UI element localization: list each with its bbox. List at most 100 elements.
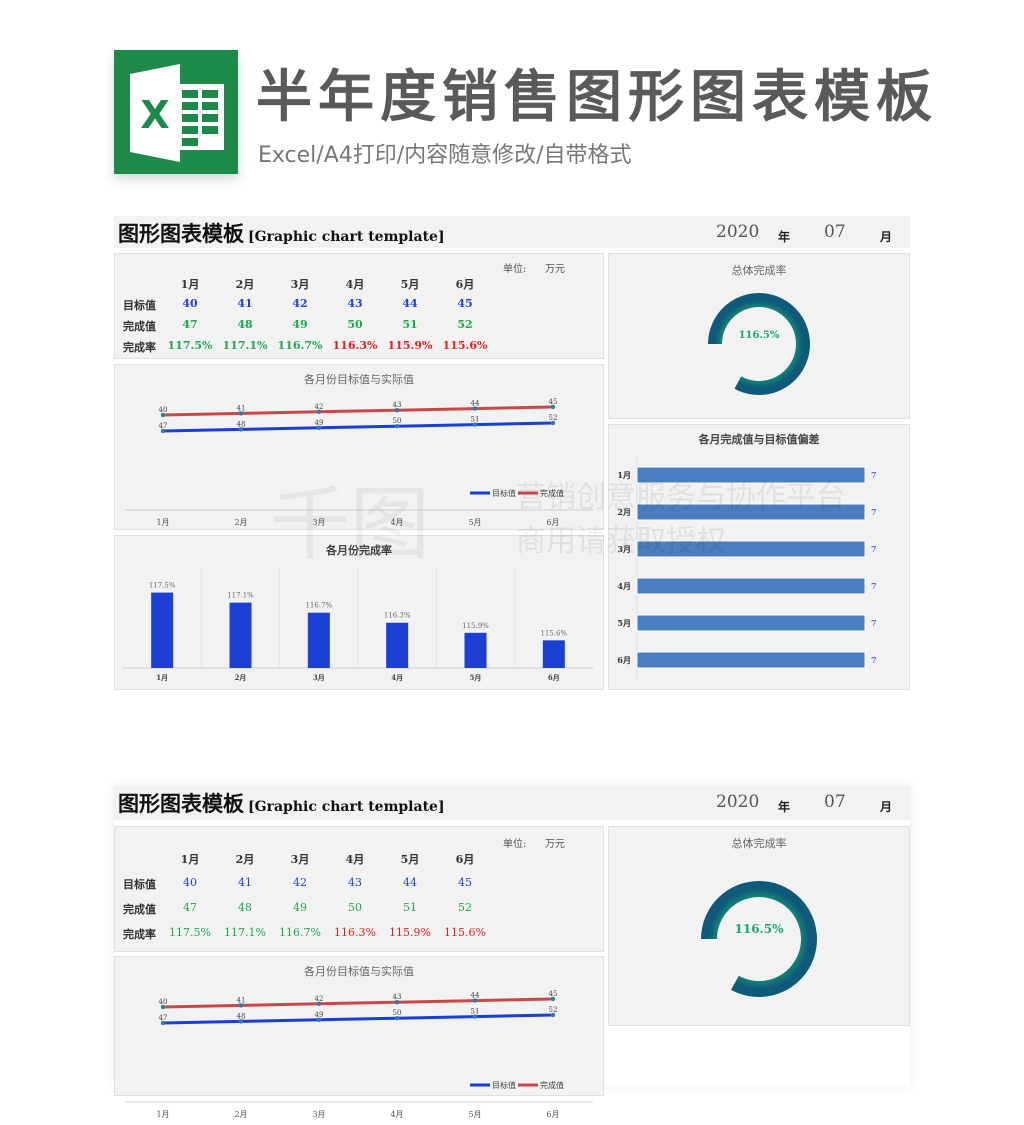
bar bbox=[386, 622, 409, 668]
table-cell: 117.1% bbox=[222, 339, 268, 352]
table-cell: 49 bbox=[292, 318, 308, 331]
y-tick-label: 1月 bbox=[617, 470, 631, 480]
table-cell: 116.7% bbox=[277, 339, 323, 352]
bar-value-label: 117.5% bbox=[149, 582, 176, 590]
bar-value-label: 116.3% bbox=[384, 612, 411, 620]
bar-chart-panel: 各月份完成率 117.5% 1月 117.1% 2月 116.7% 3月 116.3% 4月 1… bbox=[114, 535, 604, 690]
row-label: 完成值 bbox=[123, 320, 156, 333]
table-cell: 50 bbox=[348, 901, 362, 914]
hbar bbox=[636, 614, 866, 632]
table-cell: 115.6% bbox=[442, 339, 488, 352]
legend-label-actual: 完成值 bbox=[540, 1080, 564, 1090]
bar-value-label: 115.6% bbox=[540, 629, 567, 637]
bar-value-label: 117.1% bbox=[227, 592, 254, 600]
table-cell: 40 bbox=[183, 876, 197, 889]
y-tick-label: 6月 bbox=[617, 655, 631, 665]
bar-chart: 117.5% 1月 117.1% 2月 116.7% 3月 116.3% 4月 115.9% 5月… bbox=[123, 566, 593, 682]
month-header: 6月 bbox=[455, 278, 475, 291]
table-cell: 44 bbox=[402, 297, 418, 310]
bar-chart-title: 各月份完成率 bbox=[326, 544, 392, 557]
table-cell: 117.5% bbox=[167, 339, 213, 352]
data-label: 51 bbox=[471, 1008, 480, 1016]
banner-subtitle: Excel/A4打印/内容随意修改/自带格式 bbox=[258, 143, 632, 168]
legend-label-actual: 完成值 bbox=[540, 488, 564, 498]
table-cell: 115.9% bbox=[387, 339, 433, 352]
data-label: 44 bbox=[471, 400, 480, 408]
line-chart: 47 48 49 50 51 52 40 41 42 43 44 45 1月 2月 3月 4月 5月 6月 目标值 完… bbox=[125, 990, 593, 1119]
series-line-actual bbox=[162, 405, 554, 417]
month-unit: 月 bbox=[880, 800, 893, 814]
bar-value-label: 115.9% bbox=[462, 622, 489, 630]
data-table-panel: 单位: 万元 1月 2月 3月 4月 5月 6月 目标值 40 41 42 43 44 45 完成值 47 4… bbox=[114, 826, 604, 952]
x-tick-label: 2月 bbox=[234, 518, 247, 527]
x-tick-label: 6月 bbox=[546, 518, 559, 527]
hbar-value-label: 7 bbox=[871, 581, 877, 591]
hbar bbox=[636, 577, 866, 595]
month-header: 3月 bbox=[290, 853, 310, 866]
sheet-preview-1: 图形图表模板 [Graphic chart template] 2020 年 07… bbox=[114, 216, 910, 690]
month-header: 2月 bbox=[235, 853, 255, 866]
data-label: 42 bbox=[315, 403, 324, 411]
data-label: 42 bbox=[315, 995, 324, 1003]
line-chart-panel: 各月份目标值与实际值 47 48 49 50 51 52 40 41 42 43 44 45 1月 2月 3… bbox=[114, 956, 604, 1119]
data-label: 48 bbox=[237, 420, 246, 428]
hbar-value-label: 7 bbox=[871, 618, 877, 628]
x-tick-label: 1月 bbox=[156, 673, 168, 682]
table-cell: 41 bbox=[237, 297, 253, 310]
table-cell: 48 bbox=[237, 318, 253, 331]
x-tick-label: 6月 bbox=[546, 1110, 559, 1119]
data-label: 43 bbox=[393, 401, 402, 409]
table-cell: 42 bbox=[292, 297, 308, 310]
x-tick-label: 1月 bbox=[156, 518, 169, 527]
table-cell: 116.3% bbox=[332, 339, 378, 352]
table-cell: 51 bbox=[403, 901, 417, 914]
donut-chart: 116.5% bbox=[708, 293, 810, 395]
donut-chart-title: 总体完成率 bbox=[731, 264, 787, 277]
month-header: 5月 bbox=[400, 278, 420, 291]
table-cell: 40 bbox=[182, 297, 198, 310]
table-cell: 45 bbox=[458, 876, 472, 889]
data-label: 40 bbox=[159, 406, 168, 414]
x-tick-label: 3月 bbox=[313, 673, 325, 682]
bar bbox=[229, 602, 252, 668]
year-unit: 年 bbox=[778, 800, 791, 814]
x-tick-label: 4月 bbox=[391, 673, 403, 682]
series-line-target bbox=[162, 1013, 554, 1025]
table-cell: 44 bbox=[403, 876, 417, 889]
year-value: 2020 bbox=[716, 792, 760, 812]
table-cell: 117.5% bbox=[169, 926, 211, 939]
donut-chart-panel: 总体完成率 116.5% bbox=[608, 253, 910, 419]
hbar-value-label: 7 bbox=[871, 470, 877, 480]
table-cell: 41 bbox=[238, 876, 252, 889]
month-header: 4月 bbox=[345, 853, 365, 866]
table-cell: 117.1% bbox=[224, 926, 266, 939]
unit-label: 单位: bbox=[503, 839, 527, 850]
donut-center-label: 116.5% bbox=[739, 330, 780, 341]
sheet-title-cn: 图形图表模板 bbox=[118, 791, 244, 816]
donut-chart-title: 总体完成率 bbox=[731, 837, 787, 850]
table-cell: 47 bbox=[183, 901, 197, 914]
x-tick-label: 3月 bbox=[312, 1110, 325, 1119]
donut-arc bbox=[708, 293, 810, 395]
month-header: 2月 bbox=[235, 278, 255, 291]
x-tick-label: 4月 bbox=[390, 1110, 403, 1119]
sheet-header: 图形图表模板 [Graphic chart template] 2020 年 07… bbox=[114, 786, 910, 820]
bar bbox=[542, 640, 565, 668]
data-label: 41 bbox=[237, 996, 246, 1004]
x-tick-label: 5月 bbox=[468, 1110, 481, 1119]
data-label: 49 bbox=[315, 419, 324, 427]
data-label: 47 bbox=[159, 422, 168, 430]
data-label: 47 bbox=[159, 1014, 168, 1022]
table-cell: 51 bbox=[402, 318, 418, 331]
year-value: 2020 bbox=[716, 222, 760, 242]
unit-value: 万元 bbox=[545, 839, 565, 850]
bar bbox=[151, 592, 174, 668]
hbar bbox=[636, 466, 866, 484]
data-label: 41 bbox=[237, 404, 246, 412]
y-tick-label: 5月 bbox=[617, 618, 631, 628]
hbar-value-label: 7 bbox=[871, 655, 877, 665]
sheet-title: 图形图表模板 [Graphic chart template] bbox=[118, 788, 445, 818]
bar-value-label: 116.7% bbox=[305, 602, 332, 610]
table-cell: 52 bbox=[458, 901, 472, 914]
x-tick-label: 6月 bbox=[548, 673, 560, 682]
